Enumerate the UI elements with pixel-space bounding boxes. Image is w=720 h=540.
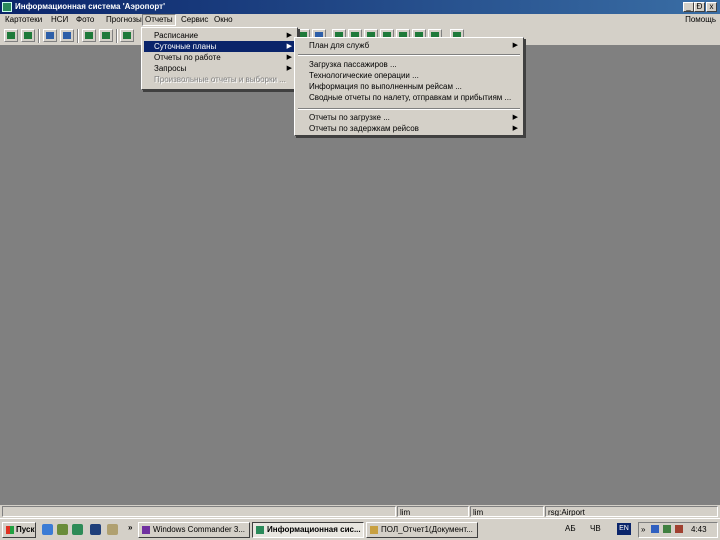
- menu-item-load-reports[interactable]: Отчеты по загрузке ... ▶: [297, 112, 521, 123]
- folder-icon[interactable]: [107, 524, 118, 535]
- clock[interactable]: 4:43: [691, 525, 707, 535]
- menu-item-label: Отчеты по загрузке ...: [309, 113, 390, 122]
- menu-item-label: План для служб: [309, 41, 370, 50]
- menu-window[interactable]: Окно: [212, 15, 235, 25]
- menu-item-label: Произвольные отчеты и выборки ...: [154, 75, 286, 84]
- menu-item-label: Технологические операции ...: [309, 71, 419, 80]
- tray-indicator[interactable]: ЧВ: [590, 524, 601, 533]
- menu-item-label: Отчеты по работе: [154, 53, 221, 62]
- menu-item-label: Суточные планы: [154, 42, 217, 51]
- quicklaunch-overflow[interactable]: »: [128, 523, 132, 532]
- close-button[interactable]: x: [706, 2, 717, 12]
- submenu-arrow-icon: ▶: [512, 114, 518, 121]
- browser-icon[interactable]: [42, 524, 53, 535]
- toolbar-separator: [77, 29, 79, 43]
- submenu-arrow-icon: ▶: [512, 125, 518, 132]
- monitor-icon[interactable]: [43, 29, 57, 42]
- menu-bar: Картотеки НСИ Фото Прогнозы Отчеты Серви…: [0, 14, 720, 26]
- menu-item-work-reports[interactable]: Отчеты по работе ▶: [144, 52, 295, 63]
- status-cell-main: [2, 506, 396, 517]
- task-label: Информационная сис...: [267, 525, 361, 534]
- tree-icon[interactable]: [21, 29, 35, 42]
- start-button[interactable]: Пуск: [2, 522, 36, 538]
- keyboard-layout-indicator[interactable]: АБ: [565, 524, 576, 533]
- menu-help[interactable]: Помощь: [685, 15, 716, 25]
- volume-icon[interactable]: [675, 525, 683, 533]
- title-bar[interactable]: Информационная система 'Аэропорт' _ Ɖ x: [0, 0, 720, 14]
- terminal-icon[interactable]: [90, 524, 101, 535]
- daily-plans-submenu: План для служб ▶ Загрузка пассажиров ...…: [294, 37, 524, 136]
- menu-item-label: Запросы: [154, 64, 187, 73]
- task-report-document[interactable]: ПОЛ_Отчет1(Документ...: [366, 522, 478, 538]
- menu-item-daily-plans[interactable]: Суточные планы ▶: [144, 41, 295, 52]
- menu-item-schedule[interactable]: Расписание ▶: [144, 30, 295, 41]
- menu-reports[interactable]: Отчеты: [142, 14, 176, 26]
- toolbar-separator: [38, 29, 40, 43]
- app-icon[interactable]: [2, 2, 12, 12]
- menu-item-queries[interactable]: Запросы ▶: [144, 63, 295, 74]
- menu-photo[interactable]: Фото: [74, 15, 96, 25]
- taskbar: Пуск » Windows Commander 3... Информацио…: [0, 518, 720, 540]
- status-cell-user: lim: [397, 506, 469, 517]
- calculator-icon[interactable]: [4, 29, 18, 42]
- submenu-arrow-icon: ▶: [286, 32, 292, 39]
- window-title: Информационная система 'Аэропорт': [15, 2, 165, 11]
- menu-item-label: Сводные отчеты по налету, отправкам и пр…: [309, 93, 512, 102]
- menu-item-tech-operations[interactable]: Технологические операции ...: [297, 70, 521, 81]
- task-windows-commander[interactable]: Windows Commander 3...: [138, 522, 250, 538]
- start-label: Пуск: [16, 525, 35, 534]
- menu-separator: [298, 54, 520, 56]
- menu-item-label: Отчеты по задержкам рейсов: [309, 124, 419, 133]
- menu-service[interactable]: Сервис: [179, 15, 210, 25]
- menu-item-plan-for-services[interactable]: План для служб ▶: [297, 40, 521, 51]
- status-cell-login: lim: [470, 506, 544, 517]
- submenu-arrow-icon: ▶: [512, 42, 518, 49]
- menu-item-custom-reports: Произвольные отчеты и выборки ...: [144, 74, 295, 85]
- explorer-icon[interactable]: [57, 524, 68, 535]
- task-label: ПОЛ_Отчет1(Документ...: [381, 525, 473, 534]
- menu-item-label: Загрузка пассажиров ...: [309, 60, 397, 69]
- app-icon: [256, 526, 264, 534]
- submenu-arrow-icon: ▶: [286, 54, 292, 61]
- list-icon[interactable]: [99, 29, 113, 42]
- menu-item-label: Расписание: [154, 31, 199, 40]
- network-icon[interactable]: [651, 525, 659, 533]
- menu-item-delay-reports[interactable]: Отчеты по задержкам рейсов ▶: [297, 123, 521, 134]
- language-indicator[interactable]: EN: [617, 523, 631, 535]
- menu-separator: [298, 108, 520, 110]
- minimize-button[interactable]: _: [683, 2, 694, 12]
- menu-item-completed-flights[interactable]: Информация по выполненным рейсам ...: [297, 81, 521, 92]
- grid-icon[interactable]: [82, 29, 96, 42]
- menu-item-summary-reports[interactable]: Сводные отчеты по налету, отправкам и пр…: [297, 92, 521, 103]
- status-cell-database: rsg:Airport: [545, 506, 718, 517]
- task-label: Windows Commander 3...: [153, 525, 246, 534]
- task-information-system[interactable]: Информационная сис...: [252, 522, 364, 538]
- chart-icon[interactable]: [60, 29, 74, 42]
- plane-icon[interactable]: [120, 29, 134, 42]
- toolbar-separator: [116, 29, 118, 43]
- commander-icon: [142, 526, 150, 534]
- menu-item-passenger-load[interactable]: Загрузка пассажиров ...: [297, 59, 521, 70]
- tray-overflow[interactable]: »: [641, 525, 645, 535]
- app-icon[interactable]: [72, 524, 83, 535]
- menu-forecasts[interactable]: Прогнозы: [104, 15, 144, 25]
- submenu-arrow-icon: ▶: [286, 43, 292, 50]
- status-bar: lim lim rsg:Airport: [0, 505, 720, 518]
- windows-logo-icon: [6, 526, 14, 534]
- restore-button[interactable]: Ɖ: [694, 2, 705, 12]
- submenu-arrow-icon: ▶: [286, 65, 292, 72]
- menu-item-label: Информация по выполненным рейсам ...: [309, 82, 462, 91]
- menu-nsi[interactable]: НСИ: [49, 15, 70, 25]
- menu-cards[interactable]: Картотеки: [3, 15, 44, 25]
- reports-menu: Расписание ▶ Суточные планы ▶ Отчеты по …: [141, 27, 298, 90]
- tray-app-icon[interactable]: [663, 525, 671, 533]
- system-tray: » 4:43: [638, 522, 718, 538]
- document-icon: [370, 526, 378, 534]
